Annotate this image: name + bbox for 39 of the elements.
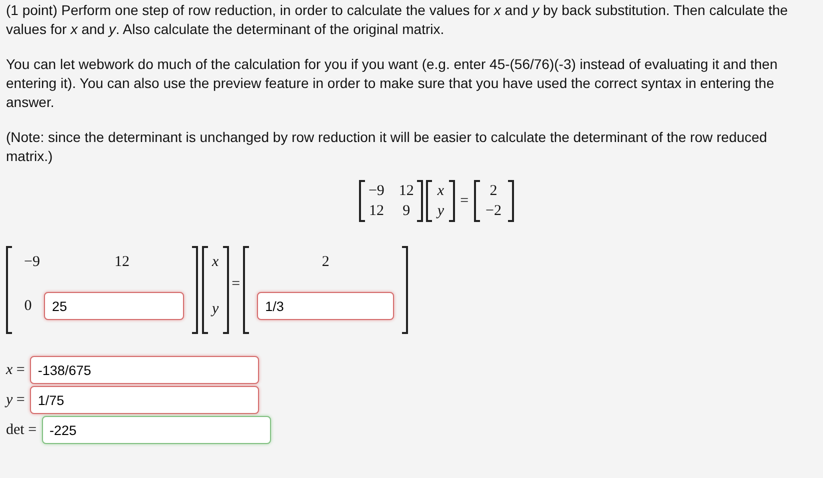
bracket-icon: [222, 246, 229, 334]
answer-field[interactable]: 1/75: [30, 386, 259, 414]
bracket-icon: [359, 180, 366, 222]
vector-entry: −2: [486, 202, 502, 221]
bracket-icon: [474, 180, 480, 222]
bracket-icon: [202, 246, 208, 334]
bracket-icon: [192, 246, 198, 334]
answer-field[interactable]: 25: [44, 292, 184, 320]
vector-entry: x: [212, 253, 219, 272]
vector-entry: x: [437, 182, 444, 201]
matrix-entry: 0: [23, 296, 33, 316]
equals-sign: =: [459, 192, 470, 211]
equation-label: x =: [6, 360, 25, 380]
paragraph: You can let webwork do much of the calculation for you if you want (e.g. enter 45-(56/76)(-3) instead of evaluating it and then entering it). You can also use the preview feature in order to make sure that you have used the correct syntax in entering the answer.: [6, 55, 778, 112]
vector-entry: 2: [488, 182, 498, 201]
answer-field[interactable]: -225: [42, 416, 271, 444]
equation-label: det =: [6, 420, 37, 440]
vector-entry: y: [437, 202, 444, 221]
vector-entry: y: [212, 300, 219, 318]
bracket-icon: [6, 246, 12, 334]
bracket-icon: [449, 180, 456, 222]
vector-entry: 2: [320, 253, 330, 272]
matrix-entry: 12: [114, 253, 130, 272]
bracket-icon: [402, 246, 408, 334]
matrix-entry: −9: [23, 253, 41, 272]
matrix-entry: 9: [402, 202, 412, 221]
bracket-icon: [417, 180, 424, 222]
bracket-icon: [243, 246, 250, 334]
matrix-entry: 12: [368, 202, 384, 221]
bracket-icon: [508, 180, 514, 222]
equals-sign: =: [230, 274, 242, 294]
matrix-entry: 12: [398, 182, 414, 201]
paragraph: (Note: since the determinant is unchanged by row reduction it will be easier to calculate the determinant of the row reduced matrix.): [6, 128, 768, 166]
paragraph: (1 point) Perform one step of row reduction, in order to calculate the values for x and y by back substitution. Then calculate the values for x and y. Also calculate the determinant of the original matrix.: [6, 1, 789, 39]
answer-field[interactable]: 1/3: [257, 292, 394, 320]
answer-field[interactable]: -138/675: [30, 356, 259, 384]
matrix-entry: −9: [368, 182, 384, 201]
bracket-icon: [426, 180, 432, 222]
equation-label: y =: [6, 390, 25, 410]
